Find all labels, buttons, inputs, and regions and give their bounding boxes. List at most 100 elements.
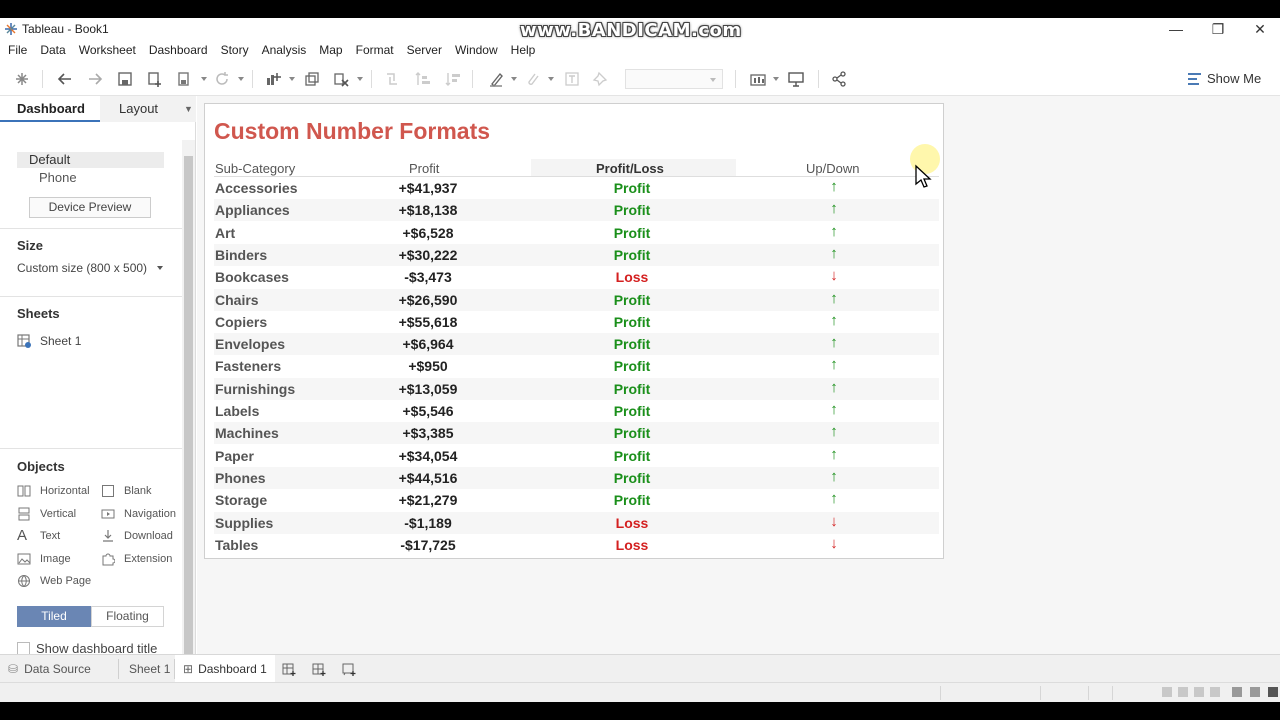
menu-dashboard[interactable]: Dashboard bbox=[149, 43, 208, 57]
tab-data-source[interactable]: ⛁ Data Source bbox=[0, 655, 99, 682]
tab-sheet-1[interactable]: Sheet 1 bbox=[121, 655, 178, 682]
show-me-button[interactable]: Show Me bbox=[1188, 71, 1261, 86]
dashboard-sheet[interactable]: Custom Number Formats Sub-Category Profi… bbox=[204, 103, 944, 559]
object-blank[interactable]: Blank bbox=[101, 484, 152, 498]
show-mark-labels-button[interactable] bbox=[560, 68, 584, 90]
object-navigation[interactable]: Navigation bbox=[101, 507, 176, 521]
tab-dashboard[interactable]: Dashboard bbox=[17, 101, 85, 116]
table-row[interactable]: Accessories +$41,937 Profit ↑ bbox=[214, 177, 939, 199]
table-row[interactable]: Fasteners +$950 Profit ↑ bbox=[214, 355, 939, 377]
chevron-down-icon[interactable] bbox=[511, 77, 517, 81]
menu-worksheet[interactable]: Worksheet bbox=[79, 43, 136, 57]
refresh-button[interactable] bbox=[210, 68, 234, 90]
object-horizontal[interactable]: Horizontal bbox=[17, 484, 90, 498]
menu-server[interactable]: Server bbox=[407, 43, 442, 57]
swap-button[interactable] bbox=[380, 68, 404, 90]
close-button[interactable]: ✕ bbox=[1238, 18, 1280, 40]
table-row[interactable]: Chairs +$26,590 Profit ↑ bbox=[214, 288, 939, 311]
object-download[interactable]: Download bbox=[101, 529, 173, 543]
table-row[interactable]: Paper +$34,054 Profit ↑ bbox=[214, 445, 939, 467]
filmstrip-icon[interactable] bbox=[1250, 687, 1260, 697]
redo-button[interactable] bbox=[83, 68, 107, 90]
menu-window[interactable]: Window bbox=[455, 43, 498, 57]
chevron-down-icon[interactable] bbox=[157, 266, 163, 270]
group-members-button[interactable] bbox=[520, 68, 544, 90]
table-row[interactable]: Bookcases -$3,473 Loss ↓ bbox=[214, 266, 939, 288]
duplicate-button[interactable] bbox=[300, 68, 324, 90]
chevron-down-icon[interactable] bbox=[289, 77, 295, 81]
save-button[interactable] bbox=[113, 68, 137, 90]
chevron-down-icon[interactable] bbox=[238, 77, 244, 81]
table-row[interactable]: Phones +$44,516 Profit ↑ bbox=[214, 466, 939, 489]
minimize-button[interactable]: — bbox=[1154, 18, 1198, 40]
floating-button[interactable]: Floating bbox=[91, 606, 164, 627]
sort-descending-button[interactable] bbox=[441, 68, 465, 90]
size-dropdown[interactable]: Custom size (800 x 500) bbox=[17, 261, 147, 275]
column-header-sub-category[interactable]: Sub-Category bbox=[215, 161, 295, 176]
device-preview-button[interactable]: Device Preview bbox=[29, 197, 151, 218]
sort-ascending-button[interactable] bbox=[411, 68, 435, 90]
chevron-down-icon[interactable] bbox=[548, 77, 554, 81]
column-header-profit-loss[interactable]: Profit/Loss bbox=[596, 161, 664, 176]
sheet-item-sheet-1[interactable]: Sheet 1 bbox=[17, 334, 81, 348]
device-phone[interactable]: Phone bbox=[39, 170, 77, 185]
column-header-up-down[interactable]: Up/Down bbox=[806, 161, 859, 176]
new-story-tab-button[interactable] bbox=[334, 655, 364, 682]
object-web-page[interactable]: Web Page bbox=[17, 574, 91, 588]
chevron-down-icon[interactable] bbox=[201, 77, 207, 81]
chevron-down-icon[interactable] bbox=[357, 77, 363, 81]
menu-file[interactable]: File bbox=[8, 43, 27, 57]
presentation-mode-button[interactable] bbox=[784, 68, 808, 90]
menu-help[interactable]: Help bbox=[511, 43, 536, 57]
table-row[interactable]: Tables -$17,725 Loss ↓ bbox=[214, 534, 939, 556]
table-row[interactable]: Furnishings +$13,059 Profit ↑ bbox=[214, 377, 939, 400]
object-vertical[interactable]: Vertical bbox=[17, 507, 76, 521]
chevron-down-icon[interactable]: ▼ bbox=[184, 104, 193, 114]
new-worksheet-button[interactable] bbox=[261, 68, 285, 90]
undo-button[interactable] bbox=[53, 68, 77, 90]
tableau-home-button[interactable] bbox=[10, 68, 34, 90]
menu-analysis[interactable]: Analysis bbox=[262, 43, 307, 57]
table-row[interactable]: Binders +$30,222 Profit ↑ bbox=[214, 243, 939, 266]
highlight-button[interactable] bbox=[484, 68, 508, 90]
sheet-sorter-icon[interactable] bbox=[1232, 687, 1242, 697]
new-dashboard-tab-button[interactable] bbox=[304, 655, 334, 682]
scroll-thumb[interactable] bbox=[184, 156, 193, 656]
next-page-icon[interactable] bbox=[1194, 687, 1204, 697]
object-text[interactable]: A Text bbox=[17, 528, 60, 543]
last-page-icon[interactable] bbox=[1210, 687, 1220, 697]
first-page-icon[interactable] bbox=[1162, 687, 1172, 697]
chevron-down-icon[interactable] bbox=[773, 77, 779, 81]
table-row[interactable]: Appliances +$18,138 Profit ↑ bbox=[214, 199, 939, 222]
menu-map[interactable]: Map bbox=[319, 43, 342, 57]
table-row[interactable]: Machines +$3,385 Profit ↑ bbox=[214, 422, 939, 445]
side-panel-scrollbar[interactable] bbox=[182, 140, 195, 676]
table-row[interactable]: Art +$6,528 Profit ↑ bbox=[214, 222, 939, 244]
cards-button[interactable] bbox=[746, 68, 770, 90]
fix-axes-button[interactable] bbox=[588, 68, 612, 90]
table-row[interactable]: Storage +$21,279 Profit ↑ bbox=[214, 489, 939, 511]
prev-page-icon[interactable] bbox=[1178, 687, 1188, 697]
pause-updates-button[interactable] bbox=[172, 68, 196, 90]
menu-story[interactable]: Story bbox=[221, 43, 249, 57]
new-worksheet-tab-button[interactable] bbox=[274, 655, 304, 682]
menu-format[interactable]: Format bbox=[356, 43, 394, 57]
new-data-source-button[interactable] bbox=[142, 68, 166, 90]
tab-dashboard-1[interactable]: ⊞ Dashboard 1 bbox=[175, 655, 275, 682]
table-row[interactable]: Envelopes +$6,964 Profit ↑ bbox=[214, 333, 939, 356]
object-extension[interactable]: Extension bbox=[101, 552, 172, 566]
table-row[interactable]: Supplies -$1,189 Loss ↓ bbox=[214, 511, 939, 534]
restore-button[interactable]: ❐ bbox=[1196, 18, 1240, 40]
share-button[interactable] bbox=[827, 68, 851, 90]
object-image[interactable]: Image bbox=[17, 552, 71, 566]
clear-sheet-button[interactable] bbox=[329, 68, 353, 90]
tab-layout[interactable]: Layout bbox=[119, 101, 158, 116]
tabs-view-icon[interactable] bbox=[1268, 687, 1278, 697]
tiled-button[interactable]: Tiled bbox=[17, 606, 91, 627]
table-row[interactable]: Labels +$5,546 Profit ↑ bbox=[214, 400, 939, 422]
menu-data[interactable]: Data bbox=[40, 43, 65, 57]
table-row[interactable]: Copiers +$55,618 Profit ↑ bbox=[214, 311, 939, 333]
column-header-profit[interactable]: Profit bbox=[409, 161, 439, 176]
device-default[interactable]: Default bbox=[17, 152, 164, 168]
fit-dropdown[interactable] bbox=[625, 69, 723, 89]
